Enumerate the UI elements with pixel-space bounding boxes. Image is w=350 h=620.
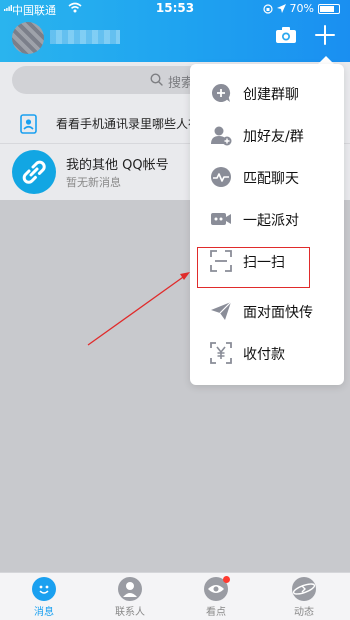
- tab-label: 联系人: [115, 607, 145, 618]
- scan-highlight-box: [197, 247, 310, 288]
- eye-icon: [204, 576, 230, 601]
- menu-item-label: 面对面快传: [243, 305, 313, 321]
- add-friend-icon: [211, 126, 232, 146]
- menu-item-match-chat[interactable]: 匹配聊天: [190, 156, 344, 198]
- menu-item-label: 加好友/群: [243, 129, 304, 145]
- tab-kandian[interactable]: 看点: [186, 576, 246, 618]
- tab-label: 看点: [206, 607, 226, 618]
- notification-dot: [223, 576, 230, 583]
- menu-item-label: 创建群聊: [243, 87, 299, 103]
- top-header: 中国联通 15:53 70%: [0, 0, 350, 62]
- tab-label: 动态: [294, 607, 314, 618]
- account-subtitle: 暂无新消息: [66, 176, 121, 189]
- battery-percent: 70%: [289, 2, 314, 15]
- tab-label: 消息: [34, 607, 54, 618]
- payment-icon: [210, 342, 232, 364]
- account-title: 我的其他 QQ帐号: [66, 158, 169, 173]
- tab-feed[interactable]: 动态: [274, 577, 334, 618]
- planet-icon: [292, 577, 316, 601]
- camera-icon[interactable]: [275, 26, 297, 44]
- status-bar: 中国联通 15:53 70%: [0, 0, 350, 18]
- menu-item-party[interactable]: 一起派对: [190, 198, 344, 240]
- menu-item-add-friend[interactable]: 加好友/群: [190, 114, 344, 156]
- plus-popup-menu: 创建群聊 加好友/群 匹配聊天 一起派对 扫一扫 面对面快传 收付款: [190, 64, 344, 385]
- contacts-tab-icon: [118, 577, 142, 601]
- address-book-icon: [20, 114, 37, 134]
- contacts-prompt-text: 看看手机通讯录里哪些人在: [56, 117, 201, 131]
- menu-item-payment[interactable]: 收付款: [190, 332, 344, 374]
- match-chat-icon: [211, 167, 231, 187]
- menu-item-label: 一起派对: [243, 213, 299, 229]
- menu-item-label: 收付款: [243, 347, 285, 363]
- menu-caret: [318, 56, 334, 64]
- bottom-tab-bar: 消息 联系人 看点 动态: [0, 572, 350, 620]
- messages-tab-icon: [32, 577, 56, 601]
- link-icon: [12, 150, 56, 194]
- search-icon: [150, 73, 163, 86]
- blurred-username: [50, 30, 120, 44]
- rotation-lock-icon: [262, 3, 273, 14]
- tab-contacts[interactable]: 联系人: [100, 577, 160, 618]
- user-avatar[interactable]: [12, 22, 44, 54]
- status-right: 70%: [262, 2, 340, 15]
- menu-item-label: 匹配聊天: [243, 171, 299, 187]
- location-icon: [276, 3, 286, 13]
- party-icon: [211, 213, 231, 225]
- menu-item-face-transfer[interactable]: 面对面快传: [190, 290, 344, 332]
- tab-messages[interactable]: 消息: [14, 577, 74, 618]
- plus-icon[interactable]: [314, 24, 336, 46]
- menu-item-create-group[interactable]: 创建群聊: [190, 72, 344, 114]
- chat-plus-icon: [211, 83, 231, 102]
- send-icon: [211, 301, 232, 320]
- battery-icon: [318, 3, 340, 14]
